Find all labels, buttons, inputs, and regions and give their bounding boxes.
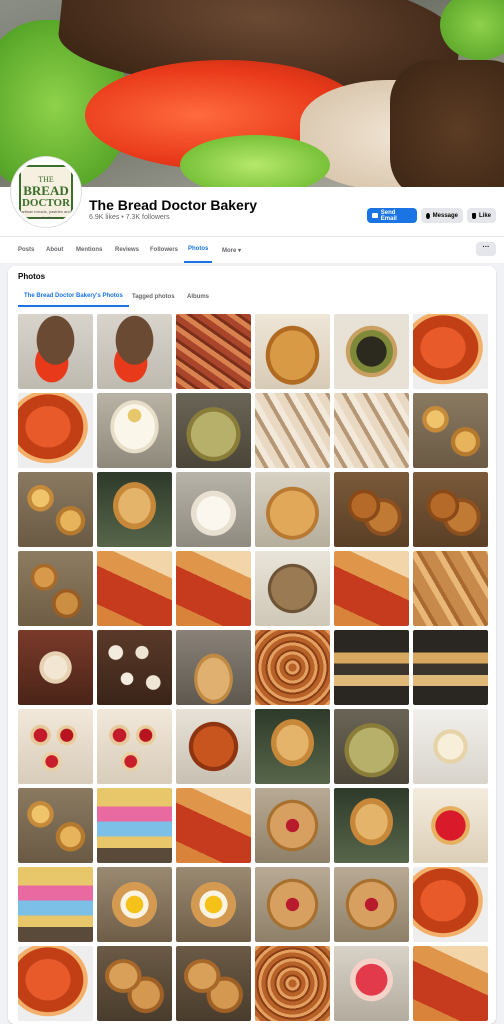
send-email-button[interactable]: Send Email — [367, 208, 417, 223]
photo-thumbnail-jam-tarts[interactable] — [18, 709, 93, 784]
like-button[interactable]: Like — [467, 208, 496, 223]
photo-thumbnail-cookie-bag[interactable] — [255, 551, 330, 626]
photo-thumbnail-stromboli[interactable] — [97, 551, 172, 626]
photo-thumbnail-quiche-trays[interactable] — [18, 788, 93, 863]
photo-thumbnail-cherry-tarts[interactable] — [413, 788, 488, 863]
photo-thumbnail-cherry-pies[interactable] — [255, 788, 330, 863]
photo-thumbnail-wedding-cake[interactable] — [413, 709, 488, 784]
photo-thumbnail-bread-loaves[interactable] — [413, 551, 488, 626]
tab-about[interactable]: About — [46, 237, 63, 263]
photo-thumbnail-egg-danish[interactable] — [97, 867, 172, 942]
photo-thumbnail-biscuit-sandwich[interactable] — [334, 788, 409, 863]
tab-photos[interactable]: Photos — [184, 237, 213, 263]
logo-line2: BREAD — [23, 183, 69, 198]
photo-thumbnail-display-case[interactable] — [413, 630, 488, 705]
subtab-page-photos[interactable]: The Bread Doctor Bakery's Photos — [18, 287, 129, 307]
message-label: Message — [432, 212, 458, 219]
cover-bread-side — [390, 60, 504, 187]
subtab-tagged-photos[interactable]: Tagged photos — [132, 287, 175, 307]
tab-mentions[interactable]: Mentions — [76, 237, 102, 263]
like-label: Like — [478, 212, 491, 219]
photo-thumbnail-pretzel-knots[interactable] — [413, 472, 488, 547]
photo-thumbnail-stromboli[interactable] — [413, 946, 488, 1021]
logo-line3: DOCTOR — [21, 197, 71, 209]
profile-avatar[interactable]: THE BREAD DOCTOR artisan breads, pastrie… — [11, 157, 81, 227]
photo-thumbnail-dinner-rolls[interactable] — [334, 393, 409, 468]
photos-title: Photos — [18, 272, 46, 281]
tab-followers[interactable]: Followers — [150, 237, 178, 263]
photo-thumbnail-meringues[interactable] — [176, 472, 251, 547]
photo-thumbnail-cinnamon-rolls[interactable] — [255, 630, 330, 705]
photo-thumbnail-stromboli[interactable] — [334, 551, 409, 626]
photo-thumbnail-cherry-pies[interactable] — [255, 867, 330, 942]
photo-thumbnail-display-case[interactable] — [334, 630, 409, 705]
photo-thumbnail-hand-pies[interactable] — [176, 946, 251, 1021]
photo-thumbnail-quiche-trays[interactable] — [413, 393, 488, 468]
thumbs-up-icon — [472, 212, 476, 219]
photo-thumbnail-challah[interactable] — [255, 314, 330, 389]
photo-thumbnail-biscuit-sandwich[interactable] — [255, 709, 330, 784]
photo-thumbnail-pizza-slice[interactable] — [18, 393, 93, 468]
photo-thumbnail-sandwich[interactable] — [97, 314, 172, 389]
photo-thumbnail-tiered-cake[interactable] — [18, 630, 93, 705]
photo-thumbnail-bacon-bread[interactable] — [176, 314, 251, 389]
photo-thumbnail-stromboli[interactable] — [176, 788, 251, 863]
photo-thumbnail-pie-trays[interactable] — [18, 551, 93, 626]
message-button[interactable]: Message — [421, 208, 463, 223]
photos-card: Photos The Bread Doctor Bakery's Photos … — [8, 266, 496, 1024]
photo-thumbnail-cookie-stand[interactable] — [176, 630, 251, 705]
photo-thumbnail-rainbow-cookies[interactable] — [97, 788, 172, 863]
photo-thumbnail-herb-quiche[interactable] — [334, 709, 409, 784]
send-email-label: Send Email — [380, 209, 397, 222]
photo-thumbnail-biscuit-sandwich[interactable] — [97, 472, 172, 547]
photo-thumbnail-egg-danish[interactable] — [176, 867, 251, 942]
photo-thumbnail-sesame-bun[interactable] — [255, 472, 330, 547]
photo-thumbnail-pizza-slice[interactable] — [413, 314, 488, 389]
more-options-button[interactable]: ··· — [476, 242, 496, 256]
tab-reviews[interactable]: Reviews — [115, 237, 139, 263]
photo-thumbnail-pizza-slice[interactable] — [413, 867, 488, 942]
photo-thumbnail-cherry-pies[interactable] — [334, 867, 409, 942]
tab-posts[interactable]: Posts — [18, 237, 34, 263]
photo-thumbnail-pizza-slice[interactable] — [18, 946, 93, 1021]
photo-thumbnail-cinnamon-rolls[interactable] — [255, 946, 330, 1021]
logo-tagline: artisan breads, pastries and confections — [21, 209, 71, 220]
photo-thumbnail-hand-pies[interactable] — [97, 946, 172, 1021]
photo-thumbnail-pretzel-knots[interactable] — [334, 472, 409, 547]
photo-thumbnail-dinner-rolls[interactable] — [255, 393, 330, 468]
page-stats[interactable]: 6.9K likes • 7.3K followers — [89, 214, 170, 221]
cover-lettuce-bottom — [180, 135, 330, 187]
photo-thumbnail-stromboli[interactable] — [176, 551, 251, 626]
photo-thumbnail-pesto-quiche[interactable] — [334, 314, 409, 389]
photo-thumbnail-herb-quiche[interactable] — [176, 393, 251, 468]
photo-thumbnail-glazed-ham-bread[interactable] — [176, 709, 251, 784]
photo-thumbnail-cupcake-tray[interactable] — [97, 630, 172, 705]
page-nav: Posts About Mentions Reviews Followers P… — [0, 236, 504, 263]
photo-thumbnail-cherry-cake[interactable] — [334, 946, 409, 1021]
tab-more[interactable]: More ▾ — [222, 237, 241, 263]
page-title[interactable]: The Bread Doctor Bakery — [89, 197, 257, 213]
mail-icon — [372, 213, 378, 218]
cover-photo[interactable] — [0, 0, 504, 187]
subtab-albums[interactable]: Albums — [187, 287, 209, 307]
bakery-logo: THE BREAD DOCTOR artisan breads, pastrie… — [19, 165, 73, 220]
messenger-icon — [426, 212, 430, 219]
photo-thumbnail-cupcake[interactable] — [97, 393, 172, 468]
photo-thumbnail-quiche-trays[interactable] — [18, 472, 93, 547]
photo-thumbnail-sandwich[interactable] — [18, 314, 93, 389]
photo-thumbnail-rainbow-cookies[interactable] — [18, 867, 93, 942]
photo-thumbnail-jam-tarts[interactable] — [97, 709, 172, 784]
